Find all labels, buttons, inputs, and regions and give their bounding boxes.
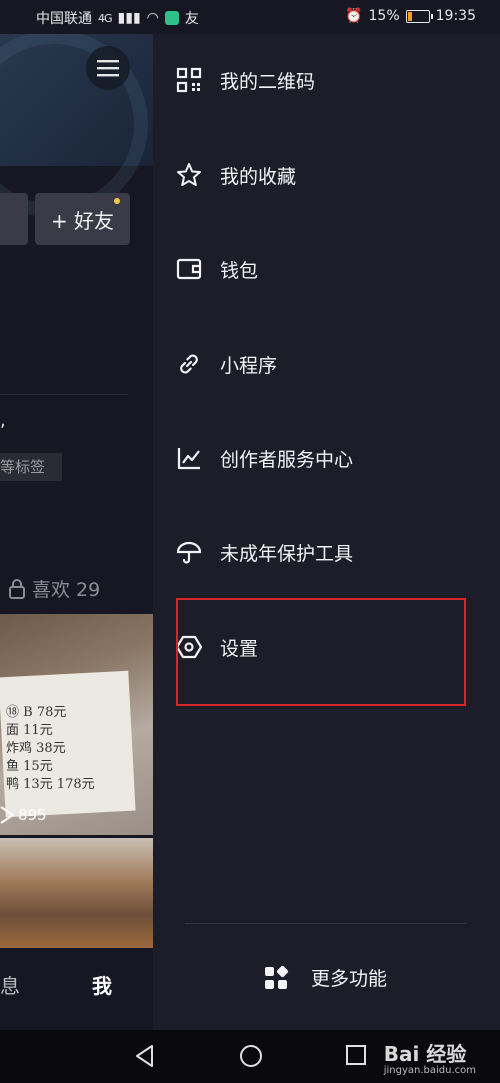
menu-item-label: 小程序 — [220, 354, 278, 377]
profile-tag[interactable]: 等标签 — [0, 453, 62, 481]
hamburger-icon — [97, 60, 119, 77]
bio-fragment: , — [0, 410, 6, 431]
menu-item-label: 未成年保护工具 — [220, 542, 354, 565]
app-notification-icon-2: 友 — [184, 11, 199, 27]
nav-me[interactable]: 我 — [92, 970, 112, 999]
more-features-button[interactable]: 更多功能 — [263, 964, 387, 991]
menu-item-mini-programs[interactable]: 小程序 — [175, 350, 277, 378]
edit-profile-button[interactable] — [0, 193, 28, 245]
bottom-nav: 息 我 — [0, 948, 153, 1030]
video-thumbnail[interactable]: ⑱ B 78元 面 11元 炸鸡 38元 鱼 15元 鸭 13元 178元 — [0, 614, 153, 835]
home-icon[interactable] — [239, 1044, 263, 1068]
battery-percent: 15% — [368, 8, 400, 24]
recents-icon[interactable] — [345, 1044, 367, 1066]
chart-icon — [175, 444, 203, 472]
umbrella-icon — [175, 538, 203, 566]
grid-icon — [265, 965, 289, 989]
handwritten-note: ⑱ B 78元 面 11元 炸鸡 38元 鱼 15元 鸭 13元 178元 — [6, 704, 95, 794]
menu-item-label: 钱包 — [220, 259, 259, 282]
video-thumbnail-2[interactable] — [0, 838, 153, 948]
note-line: 面 11元 — [6, 723, 53, 738]
watermark-url: jingyan.baidu.com — [383, 1065, 476, 1076]
note-line: ⑱ B 78元 — [6, 705, 67, 720]
play-icon — [0, 806, 14, 824]
status-bar: 中国联通 4G ▮▮▮ ◠ 友 ⏰ 15% 19:35 — [0, 0, 500, 34]
menu-item-label: 我的二维码 — [220, 70, 316, 93]
link-icon — [175, 350, 203, 378]
profile-page-behind: + 好友 , 等标签 喜欢 29 ⑱ B 78元 面 11元 炸鸡 38元 鱼 … — [0, 0, 153, 1030]
side-drawer: 我的二维码 我的收藏 钱包 小程序 创作者服务中心 未成年保护工具 设置 更多功… — [153, 34, 500, 1030]
divider — [0, 394, 128, 395]
qr-code-icon — [175, 66, 203, 94]
drawer-divider — [185, 923, 467, 924]
notification-dot — [114, 198, 120, 204]
star-icon — [175, 161, 203, 189]
note-line: 鱼 15元 — [6, 759, 53, 774]
alarm-icon: ⏰ — [345, 8, 363, 24]
menu-button[interactable] — [86, 46, 130, 90]
system-nav-bar: Bai 经验 jingyan.baidu.com — [0, 1030, 500, 1083]
back-icon[interactable] — [134, 1044, 154, 1068]
more-features-label: 更多功能 — [311, 968, 388, 990]
note-line: 鸭 13元 178元 — [6, 777, 95, 792]
battery-icon — [405, 9, 433, 23]
menu-item-wallet[interactable]: 钱包 — [175, 255, 258, 283]
likes-tab[interactable]: 喜欢 29 — [8, 575, 100, 602]
network-label: 4G — [98, 11, 112, 25]
note-line: 炸鸡 38元 — [6, 741, 66, 756]
menu-item-creator-center[interactable]: 创作者服务中心 — [175, 444, 353, 472]
menu-item-favorites[interactable]: 我的收藏 — [175, 161, 296, 189]
menu-item-label: 创作者服务中心 — [220, 448, 354, 471]
watermark-brand: Bai 经验 — [383, 1042, 467, 1066]
view-count: 895 — [0, 806, 47, 824]
carrier-label: 中国联通 — [36, 11, 92, 27]
settings-highlight-box — [176, 598, 466, 706]
clock: 19:35 — [435, 8, 476, 24]
signal-icon: ▮▮▮ — [117, 10, 141, 26]
wifi-icon: ◠ — [146, 10, 159, 26]
menu-item-minor-protection[interactable]: 未成年保护工具 — [175, 538, 353, 566]
likes-label: 喜欢 29 — [32, 579, 101, 601]
lock-icon — [9, 578, 25, 599]
menu-item-qr-code[interactable]: 我的二维码 — [175, 66, 315, 94]
watermark: Bai 经验 jingyan.baidu.com — [384, 1038, 476, 1076]
view-count-value: 895 — [18, 806, 47, 824]
app-notification-icon — [164, 11, 179, 25]
menu-item-label: 我的收藏 — [220, 165, 297, 188]
nav-messages[interactable]: 息 — [0, 970, 20, 999]
wallet-icon — [175, 255, 203, 283]
